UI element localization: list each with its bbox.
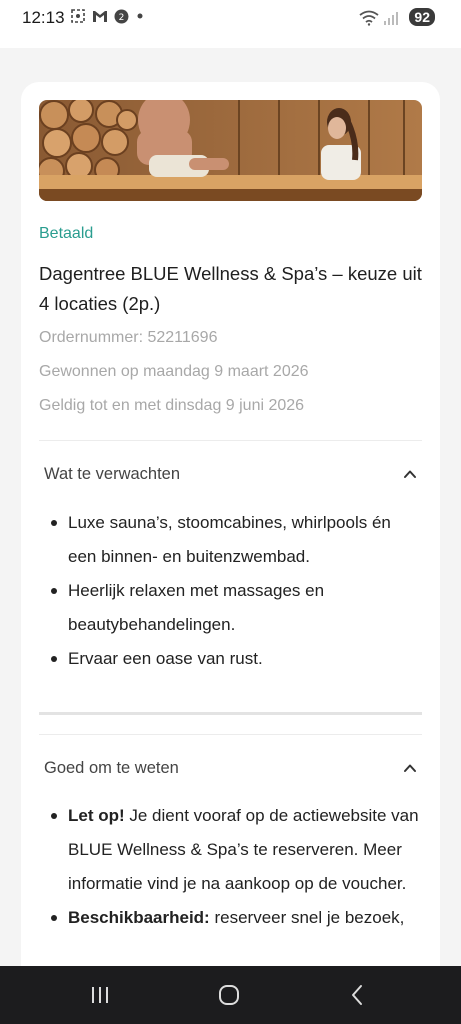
recent-apps-icon[interactable] (88, 983, 112, 1007)
expect-list: Luxe sauna’s, stoomcabines, whirlpools é… (51, 506, 421, 676)
screen-record-icon (71, 9, 85, 23)
home-icon[interactable] (217, 983, 241, 1007)
bullet-label: Let op! (68, 806, 125, 825)
status-bar: 12:13 2 92 (0, 0, 461, 48)
list-item: Let op! Je dient vooraf op de actiewebsi… (51, 799, 421, 901)
good-to-know-list: Let op! Je dient vooraf op de actiewebsi… (51, 799, 421, 935)
product-title: Dagentree BLUE Wellness & Spa’s – keuze … (39, 263, 422, 314)
chevron-up-icon[interactable] (403, 467, 417, 481)
section-header-expect[interactable]: Wat te verwachten (39, 454, 422, 494)
section-header-good-to-know[interactable]: Goed om te weten (39, 748, 422, 788)
product-image (39, 100, 422, 201)
notification-badge-icon: 2 (114, 9, 129, 23)
valid-until-date: Geldig tot en met dinsdag 9 juni 2026 (39, 397, 305, 414)
won-date: Gewonnen op maandag 9 maart 2026 (39, 363, 309, 380)
bullet-text: reserveer snel je bezoek, (209, 908, 405, 927)
back-icon[interactable] (346, 983, 370, 1007)
list-item: Beschikbaarheid: reserveer snel je bezoe… (51, 901, 421, 935)
signal-icon (384, 12, 398, 25)
dot-icon (137, 13, 143, 19)
svg-text:2: 2 (119, 13, 125, 23)
bullet-label: Beschikbaarheid: (68, 908, 210, 927)
section-title-good-to-know: Goed om te weten (44, 758, 179, 777)
section-divider (39, 712, 422, 715)
section-title-expect: Wat te verwachten (44, 464, 181, 483)
battery-level: 92 (409, 8, 435, 26)
status-time: 12:13 (22, 8, 65, 27)
wifi-icon (359, 10, 379, 26)
gmail-icon (93, 11, 107, 22)
order-number: Ordernummer: 52211696 (39, 329, 218, 346)
list-item: Luxe sauna’s, stoomcabines, whirlpools é… (51, 506, 421, 574)
list-item: Heerlijk relaxen met massages en beautyb… (51, 574, 421, 642)
divider (39, 440, 422, 441)
chevron-up-icon[interactable] (403, 761, 417, 775)
divider (39, 734, 422, 735)
navigation-bar (0, 966, 461, 1024)
list-item: Ervaar een oase van rust. (51, 642, 421, 676)
order-card: Betaald Dagentree BLUE Wellness & Spa’s … (21, 82, 440, 1024)
payment-status: Betaald (39, 225, 94, 242)
